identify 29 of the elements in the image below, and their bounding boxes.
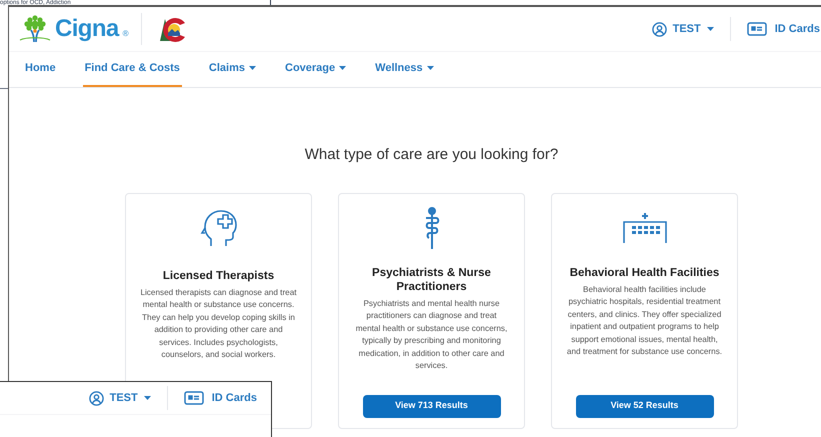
user-menu[interactable]: TEST [652, 20, 714, 38]
nav-tab[interactable]: Find Care & Costs [82, 52, 182, 87]
card-description: Licensed therapists can diagnose and treat mental health or substance use concerns. They can help you develop coping skills in addition to providing other care and services. Includes psychologists, counselors, and social workers. [140, 286, 297, 361]
tree-logo-icon [19, 14, 51, 44]
nav-tab[interactable]: Home [23, 52, 58, 87]
nav-tab[interactable]: Claims [206, 52, 258, 87]
registered-mark: ® [122, 28, 129, 40]
nav-tab[interactable]: Coverage [283, 52, 348, 87]
card-title: Licensed Therapists [162, 268, 274, 282]
user-icon [88, 390, 104, 406]
user-menu[interactable]: TEST [88, 390, 151, 406]
id-card-icon [746, 22, 767, 36]
page-heading: What type of care are you looking for? [304, 145, 558, 165]
caret-icon [706, 26, 714, 32]
id-cards-link[interactable]: ID Cards [746, 20, 820, 38]
view-results-button[interactable]: View 713 Results [362, 394, 500, 418]
head-with-cross-icon [198, 208, 238, 248]
view-results-button[interactable]: View 52 Results [576, 394, 714, 418]
card-description: Behavioral health facilities include psychiatric hospitals, residential treatment centers, and clinics. They offer specialized inpatient and outpatient programs to help support emotional issues, mental health, and treatment for substance use concerns. [566, 284, 723, 358]
card-title: Psychiatrists & Nurse Practitioners [371, 266, 492, 294]
brand-name: Cigna [55, 17, 119, 41]
card-description: Psychiatrists and mental health nurse practitioners can diagnose and treat mental health or substance use concerns, typically by prescribing and monitoring medication, in addition to other care and services. [354, 298, 508, 372]
caret-icon [144, 396, 151, 400]
user-icon [652, 22, 667, 36]
id-card-icon [184, 391, 204, 405]
hospital-building-icon [622, 212, 668, 242]
card-title: Behavioral Health Facilities [570, 266, 720, 280]
nav-tab[interactable]: Wellness [373, 52, 436, 87]
id-cards-link[interactable]: ID Cards [184, 390, 257, 406]
